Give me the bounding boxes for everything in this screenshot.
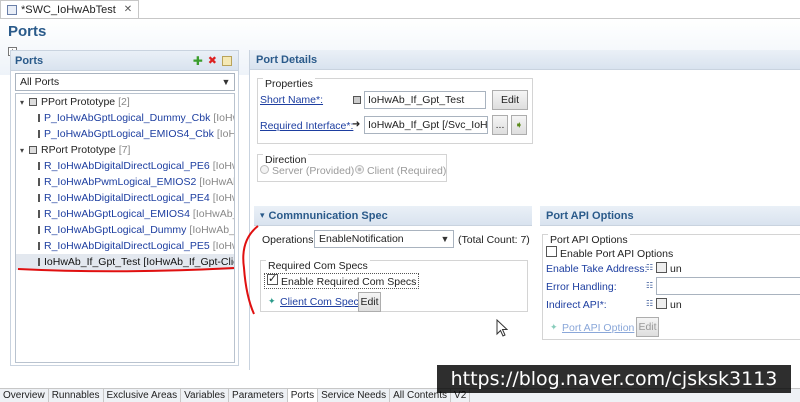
tab-runnables[interactable]: Runnables <box>49 389 104 402</box>
tab-ports[interactable]: Ports <box>287 389 319 402</box>
watermark: https://blog.naver.com/cjsksk3113 <box>437 365 791 393</box>
tab-parameters[interactable]: Parameters <box>229 389 288 402</box>
tab-service-needs[interactable]: Service Needs <box>318 389 391 402</box>
bracket-annotation <box>242 225 259 315</box>
mouse-cursor-icon <box>496 319 508 337</box>
tab-overview[interactable]: Overview <box>0 389 49 402</box>
underline-annotation <box>17 267 235 273</box>
tab-variables[interactable]: Variables <box>181 389 230 402</box>
tab-exclusive-areas[interactable]: Exclusive Areas <box>104 389 182 402</box>
annotation-overlay <box>17 225 259 315</box>
